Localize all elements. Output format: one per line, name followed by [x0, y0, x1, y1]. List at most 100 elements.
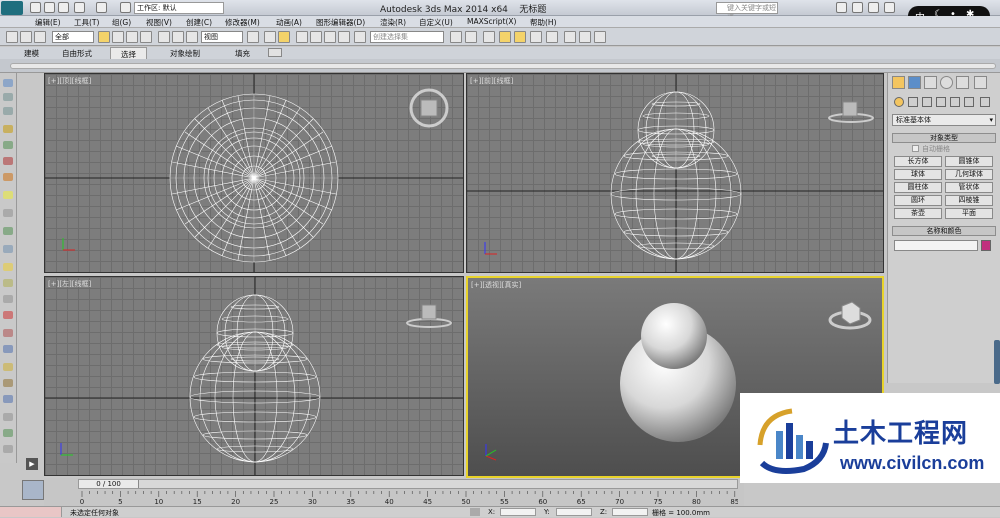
align-icon[interactable]: [465, 31, 477, 43]
display-tab-icon[interactable]: [956, 76, 969, 89]
ribbon-options-icon[interactable]: [268, 48, 282, 57]
select-by-name-icon[interactable]: [112, 31, 124, 43]
tool-icon-3[interactable]: [3, 107, 13, 115]
tool-icon-15[interactable]: [3, 311, 13, 319]
save-file-icon[interactable]: [58, 2, 69, 13]
spacewarps-icon[interactable]: [964, 97, 974, 107]
render-production-icon[interactable]: [594, 31, 606, 43]
tab-freeform[interactable]: 自由形式: [62, 48, 92, 59]
angle-snap-icon[interactable]: [310, 31, 322, 43]
menu-view[interactable]: 视图(V): [146, 17, 172, 28]
menu-rendering[interactable]: 渲染(R): [380, 17, 406, 28]
window-crossing-icon[interactable]: [140, 31, 152, 43]
tool-icon-12[interactable]: [3, 263, 13, 271]
systems-icon[interactable]: [980, 97, 990, 107]
mirror-icon[interactable]: [450, 31, 462, 43]
timeline-ruler[interactable]: 0 5 10 15 20 25 30 35 40 45 50 55 60 65 70 75 80 85: [78, 491, 738, 506]
teapot-button[interactable]: 茶壶: [894, 208, 942, 219]
plane-button[interactable]: 平面: [945, 208, 993, 219]
rotate-icon[interactable]: [172, 31, 184, 43]
cylinder-button[interactable]: 圆柱体: [894, 182, 942, 193]
tool-icon-7[interactable]: [3, 173, 13, 181]
tube-button[interactable]: 管状体: [945, 182, 993, 193]
motion-tab-icon[interactable]: [940, 76, 953, 89]
tool-icon-9[interactable]: [3, 209, 13, 217]
tab-populate[interactable]: 填充: [235, 48, 250, 59]
scale-icon[interactable]: [186, 31, 198, 43]
select-object-icon[interactable]: [98, 31, 110, 43]
category-dropdown[interactable]: 标准基本体 ▾: [892, 114, 996, 126]
schematic-view-icon[interactable]: [530, 31, 542, 43]
tool-icon-23[interactable]: [3, 445, 13, 453]
box-button[interactable]: 长方体: [894, 156, 942, 167]
lights-icon[interactable]: [922, 97, 932, 107]
y-coord-field[interactable]: [556, 508, 592, 516]
material-editor-icon[interactable]: [546, 31, 558, 43]
utilities-tab-icon[interactable]: [974, 76, 987, 89]
search-input[interactable]: 键入关键字或短语: [716, 2, 778, 22]
name-color-rollout[interactable]: 名称和颜色: [892, 226, 996, 236]
snaps-toggle-icon[interactable]: [296, 31, 308, 43]
modify-tab-icon[interactable]: [908, 76, 921, 89]
object-name-input[interactable]: [894, 240, 978, 251]
viewport-top[interactable]: [+][顶][线框]: [44, 73, 464, 273]
autogrid-checkbox[interactable]: [912, 145, 919, 152]
new-file-icon[interactable]: [30, 2, 41, 13]
pivot-center-icon[interactable]: [247, 31, 259, 43]
time-slider-handle[interactable]: 0 / 100: [79, 480, 139, 488]
menu-group[interactable]: 组(G): [112, 17, 131, 28]
move-icon[interactable]: [158, 31, 170, 43]
help-icon[interactable]: [884, 2, 895, 13]
x-coord-field[interactable]: [500, 508, 536, 516]
tool-icon-10[interactable]: [3, 227, 13, 235]
tool-icon-13[interactable]: [3, 279, 13, 287]
cone-button[interactable]: 圆锥体: [945, 156, 993, 167]
play-arrow-icon[interactable]: ▶: [26, 458, 38, 470]
tool-icon-18[interactable]: [3, 363, 13, 371]
tool-icon-2[interactable]: [3, 93, 13, 101]
undo-icon[interactable]: [74, 2, 85, 13]
rendered-frame-icon[interactable]: [579, 31, 591, 43]
menu-tools[interactable]: 工具(T): [74, 17, 99, 28]
project-folder-icon[interactable]: [120, 2, 131, 13]
tool-icon-19[interactable]: [3, 379, 13, 387]
select-manipulate-icon[interactable]: [264, 31, 276, 43]
tool-icon-8[interactable]: [3, 191, 13, 199]
tab-object-paint[interactable]: 对象绘制: [170, 48, 200, 59]
hierarchy-tab-icon[interactable]: [924, 76, 937, 89]
menu-animation[interactable]: 动画(A): [276, 17, 302, 28]
object-type-rollout[interactable]: 对象类型: [892, 133, 996, 143]
spinner-snap-icon[interactable]: [338, 31, 350, 43]
named-selection-set-dropdown[interactable]: 创建选择集: [370, 31, 444, 43]
geometry-icon[interactable]: [894, 97, 904, 107]
tool-icon-22[interactable]: [3, 429, 13, 437]
layer-manager-icon[interactable]: [483, 31, 495, 43]
star-icon[interactable]: [868, 2, 879, 13]
unlink-icon[interactable]: [20, 31, 32, 43]
tab-modeling[interactable]: 建模: [24, 48, 39, 59]
tool-icon-17[interactable]: [3, 345, 13, 353]
tool-icon-4[interactable]: [3, 125, 13, 133]
tool-icon-6[interactable]: [3, 157, 13, 165]
maxscript-listener-field[interactable]: [0, 507, 62, 517]
favorites-icon[interactable]: [852, 2, 863, 13]
selection-filter-dropdown[interactable]: 全部: [52, 31, 94, 43]
ribbon-collapsed-bar[interactable]: [10, 63, 996, 69]
torus-button[interactable]: 圆环: [894, 195, 942, 206]
helpers-icon[interactable]: [950, 97, 960, 107]
menu-customize[interactable]: 自定义(U): [419, 17, 453, 28]
shapes-icon[interactable]: [908, 97, 918, 107]
pyramid-button[interactable]: 四棱锥: [945, 195, 993, 206]
mini-listener-icon[interactable]: [22, 480, 44, 500]
menu-maxscript[interactable]: MAXScript(X): [467, 17, 516, 26]
curve-editor-icon[interactable]: [514, 31, 526, 43]
redo-icon[interactable]: [96, 2, 107, 13]
open-file-icon[interactable]: [44, 2, 55, 13]
tool-icon-11[interactable]: [3, 245, 13, 253]
bind-space-warp-icon[interactable]: [34, 31, 46, 43]
time-slider[interactable]: 0 / 100: [78, 479, 738, 489]
graphite-ribbon-icon[interactable]: [499, 31, 511, 43]
cameras-icon[interactable]: [936, 97, 946, 107]
menu-modifiers[interactable]: 修改器(M): [225, 17, 260, 28]
menu-graph-editors[interactable]: 图形编辑器(D): [316, 17, 365, 28]
